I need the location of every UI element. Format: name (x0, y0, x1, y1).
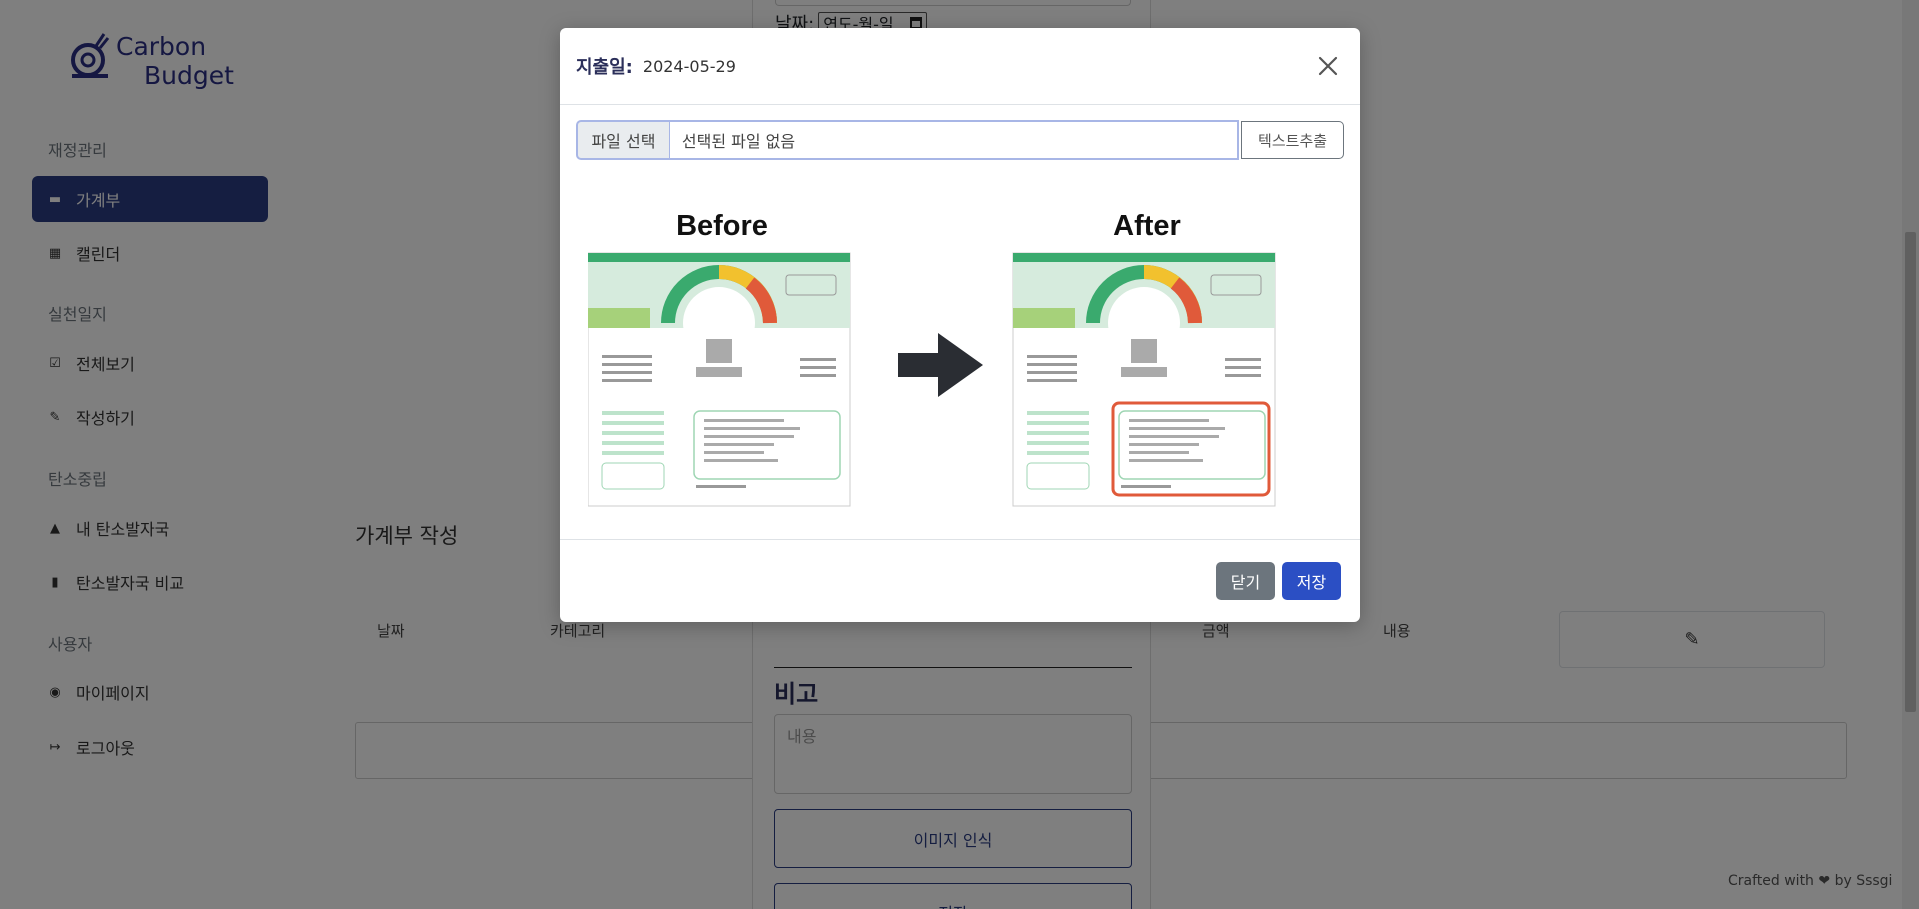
modal-close-button[interactable]: 닫기 (1216, 561, 1275, 600)
receipt-after (1012, 252, 1276, 507)
file-input-group: 파일 선택 선택된 파일 없음 텍스트추출 (576, 120, 1344, 160)
expense-date-label: 지출일: (576, 57, 633, 78)
extract-text-button[interactable]: 텍스트추출 (1241, 121, 1344, 159)
modal-save-button[interactable]: 저장 (1282, 561, 1341, 600)
choose-file-button[interactable]: 파일 선택 (576, 120, 670, 160)
close-icon[interactable] (1316, 54, 1340, 78)
modal-body: 파일 선택 선택된 파일 없음 텍스트추출 Before After (560, 105, 1360, 540)
modal-footer: 닫기 저장 (560, 540, 1360, 621)
file-name-display[interactable]: 선택된 파일 없음 (669, 120, 1240, 160)
receipt-before (588, 252, 851, 507)
before-label: Before (676, 210, 768, 242)
receipt-example-image: Before After (588, 210, 1276, 507)
receipt-modal: 지출일: 2024-05-29 파일 선택 선택된 파일 없음 텍스트추출 Be… (560, 28, 1360, 622)
modal-header: 지출일: 2024-05-29 (560, 28, 1360, 105)
arrow-right-icon (898, 333, 983, 397)
expense-date-value: 2024-05-29 (642, 56, 736, 76)
after-label: After (1113, 210, 1181, 242)
